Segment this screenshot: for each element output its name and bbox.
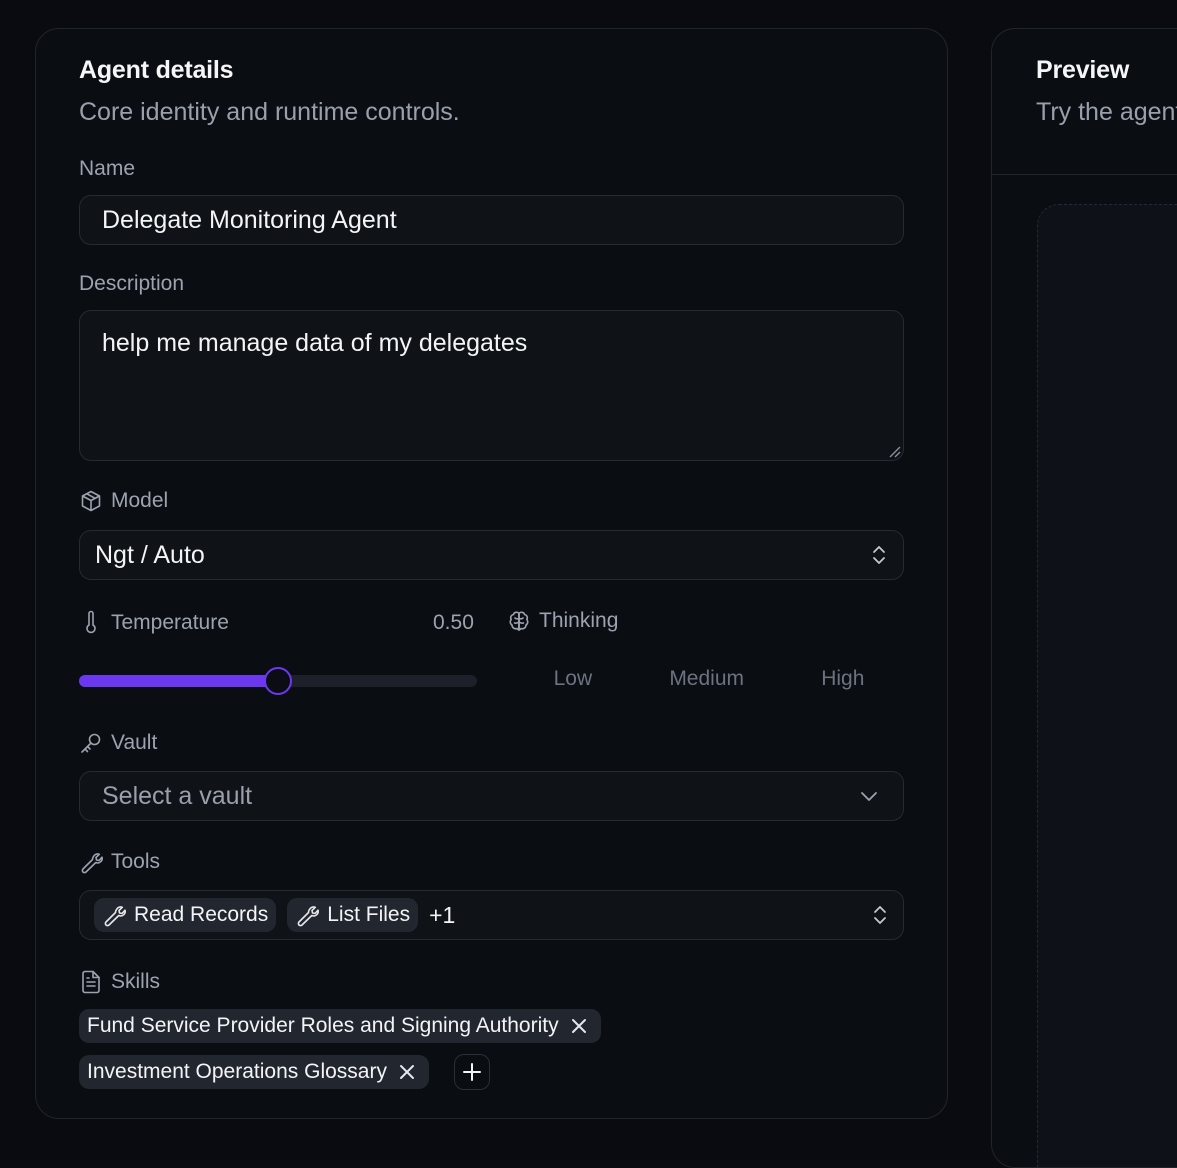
- tools-label-text: Tools: [111, 850, 161, 873]
- temperature-slider-fill: [79, 675, 278, 687]
- thinking-option-low[interactable]: Low: [544, 663, 603, 695]
- cube-icon: [81, 490, 101, 512]
- description-label: Description: [79, 272, 184, 296]
- description-label-text: Description: [79, 272, 185, 295]
- model-label: Model: [79, 489, 168, 513]
- name-label: Name: [79, 157, 135, 181]
- close-icon[interactable]: [397, 1062, 417, 1082]
- agent-details-card: Agent details Core identity and runtime …: [35, 28, 948, 1119]
- description-textarea[interactable]: [79, 310, 904, 461]
- chevron-up-down-icon: [874, 906, 886, 924]
- name-input[interactable]: [79, 195, 904, 245]
- wrench-icon: [81, 853, 103, 874]
- add-skill-button[interactable]: [454, 1054, 490, 1090]
- tool-chip-label: Read Records: [134, 903, 269, 926]
- temperature-label: Temperature: [79, 610, 229, 636]
- vault-select-placeholder: Select a vault: [102, 781, 253, 810]
- thinking-option-medium[interactable]: Medium: [659, 663, 754, 695]
- vault-label: Vault: [79, 731, 157, 755]
- thermometer-icon: [86, 610, 96, 634]
- model-label-text: Model: [111, 489, 169, 512]
- key-icon: [81, 733, 101, 753]
- tools-more-count: +1: [429, 901, 456, 928]
- skills-label-text: Skills: [111, 970, 161, 993]
- tool-chip-read-records: Read Records: [94, 898, 277, 932]
- temperature-slider-thumb[interactable]: [264, 667, 292, 695]
- thinking-label-text: Thinking: [539, 609, 619, 632]
- model-select-value: Ngt / Auto: [95, 540, 205, 569]
- temperature-slider[interactable]: [79, 667, 477, 695]
- agent-details-subtitle: Core identity and runtime controls.: [79, 98, 460, 126]
- preview-title: Preview: [1036, 56, 1130, 84]
- file-text-icon: [82, 970, 100, 994]
- resize-handle-icon[interactable]: [887, 444, 901, 458]
- preview-card: Preview Try the agent: [991, 28, 1177, 1168]
- temperature-label-text: Temperature: [111, 611, 229, 634]
- skills-label: Skills: [79, 969, 160, 995]
- agent-details-title: Agent details: [79, 56, 234, 84]
- brain-icon: [509, 611, 529, 631]
- thinking-options: Low Medium High: [515, 663, 903, 695]
- preview-chat-area: [1037, 204, 1177, 1167]
- skill-chip-label: Investment Operations Glossary: [87, 1060, 387, 1083]
- tools-label: Tools: [79, 850, 160, 874]
- tool-chip-list-files: List Files: [287, 898, 419, 932]
- skill-chip: Investment Operations Glossary: [79, 1055, 429, 1089]
- close-icon[interactable]: [569, 1016, 589, 1036]
- skill-chip-label: Fund Service Provider Roles and Signing …: [87, 1014, 559, 1037]
- model-select[interactable]: Ngt / Auto: [79, 530, 904, 580]
- wrench-icon: [297, 906, 320, 927]
- chevron-down-icon: [861, 792, 877, 801]
- wrench-icon: [104, 906, 126, 927]
- preview-subtitle: Try the agent: [1036, 98, 1177, 126]
- vault-label-text: Vault: [111, 731, 158, 754]
- vault-select[interactable]: Select a vault: [79, 771, 904, 821]
- tool-chip-label: List Files: [327, 903, 411, 926]
- plus-icon: [463, 1063, 481, 1081]
- thinking-label: Thinking: [507, 609, 618, 633]
- skill-chip: Fund Service Provider Roles and Signing …: [79, 1009, 601, 1043]
- tools-select[interactable]: Read Records List Files +1: [79, 890, 904, 940]
- name-label-text: Name: [79, 157, 136, 180]
- chevron-up-down-icon: [873, 546, 885, 564]
- temperature-value: 0.50: [433, 611, 474, 634]
- description-wrapper: [79, 310, 904, 461]
- preview-divider: [992, 174, 1177, 175]
- thinking-option-high[interactable]: High: [811, 663, 874, 695]
